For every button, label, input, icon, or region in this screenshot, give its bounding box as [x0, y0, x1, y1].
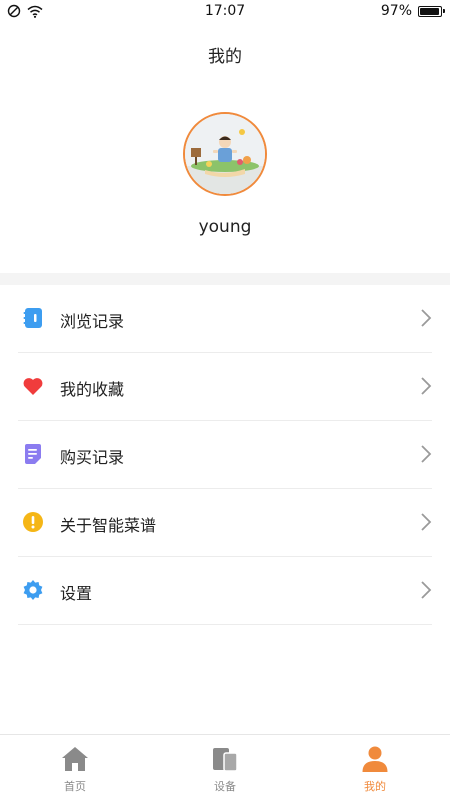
heart-icon — [23, 378, 43, 395]
menu-item-history[interactable]: 浏览记录 — [18, 285, 432, 353]
battery-percent: 97% — [380, 3, 412, 19]
bottom-tab-bar: 首页 设备 我的 — [0, 734, 450, 801]
tab-devices[interactable]: 设备 — [150, 735, 300, 801]
chevron-right-icon — [421, 581, 432, 599]
status-bar: 17:07 97% — [0, 0, 450, 24]
history-icon — [23, 308, 42, 328]
chevron-right-icon — [421, 445, 432, 463]
info-icon — [23, 512, 43, 532]
menu-item-favorites[interactable]: 我的收藏 — [18, 353, 432, 421]
battery-icon — [418, 5, 445, 17]
avatar-image — [185, 114, 265, 194]
receipt-icon — [25, 444, 41, 464]
menu-item-label: 关于智能菜谱 — [60, 516, 157, 535]
tab-label: 我的 — [364, 780, 386, 793]
menu-item-label: 我的收藏 — [60, 380, 125, 399]
chevron-right-icon — [421, 309, 432, 327]
menu-item-settings[interactable]: 设置 — [18, 557, 432, 625]
username: young — [198, 217, 252, 237]
avatar[interactable] — [183, 112, 267, 196]
menu-item-label: 购买记录 — [60, 448, 125, 467]
menu-list: 浏览记录 我的收藏 购买记录 关于智能菜谱 设置 — [0, 285, 450, 625]
tab-mine[interactable]: 我的 — [300, 735, 450, 801]
menu-item-purchases[interactable]: 购买记录 — [18, 421, 432, 489]
status-battery: 97% — [380, 3, 445, 19]
person-icon — [362, 746, 388, 772]
menu-item-label: 浏览记录 — [60, 312, 125, 331]
section-divider — [0, 273, 450, 285]
tab-label: 首页 — [64, 780, 86, 793]
gear-icon — [23, 580, 43, 600]
page-title: 我的 — [208, 47, 242, 67]
menu-item-about[interactable]: 关于智能菜谱 — [18, 489, 432, 557]
tab-home[interactable]: 首页 — [0, 735, 150, 801]
chevron-right-icon — [421, 513, 432, 531]
chevron-right-icon — [421, 377, 432, 395]
menu-item-label: 设置 — [60, 584, 93, 603]
battery-level — [420, 7, 440, 15]
home-icon — [62, 747, 88, 771]
devices-icon — [213, 748, 238, 772]
tab-label: 设备 — [214, 780, 236, 793]
